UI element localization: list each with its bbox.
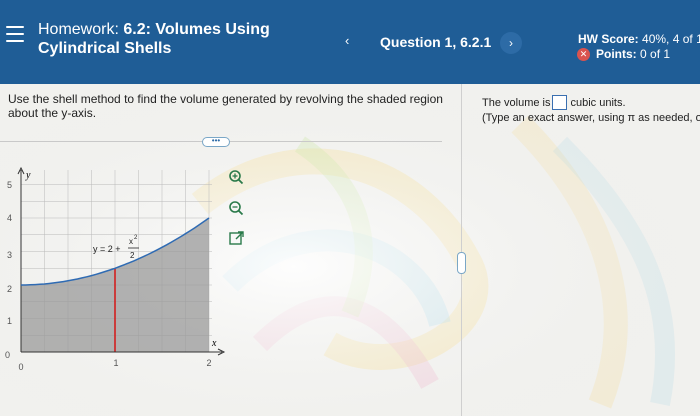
x-axis-label: x xyxy=(211,338,217,349)
panel-resize-handle[interactable] xyxy=(457,252,466,274)
points-label: Points: xyxy=(596,47,637,61)
y-tick-label: 5 xyxy=(7,180,12,190)
volume-answer-input[interactable] xyxy=(552,95,568,110)
incorrect-icon: ✕ xyxy=(577,47,590,61)
points: ✕ Points: 0 of 1 xyxy=(577,47,670,61)
score-label: HW Score: xyxy=(578,32,639,46)
more-button[interactable]: ••• xyxy=(202,137,230,147)
chevron-left-icon[interactable]: ‹ xyxy=(345,33,349,48)
answer-suffix: cubic units. xyxy=(570,96,626,109)
y-tick-label: 0 xyxy=(5,350,10,360)
header-bar: Homework: 6.2: Volumes Using Cylindrical… xyxy=(0,0,700,84)
y-tick-label: 2 xyxy=(7,284,12,294)
score-value: 40%, 4 of 10 xyxy=(642,32,700,46)
x-tick-label: 1 xyxy=(113,358,118,368)
title-part-1: 6.2: Volumes Using xyxy=(123,21,270,38)
curve-label: y = 2 + x 2 2 xyxy=(93,235,139,260)
y-tick-label: 1 xyxy=(7,316,12,326)
answer-prefix: The volume is xyxy=(482,96,551,109)
y-tick-label: 4 xyxy=(7,213,12,223)
panel-divider xyxy=(461,84,462,416)
question-label: Question 1, 6.2.1 xyxy=(380,34,492,50)
homework-title: Homework: 6.2: Volumes Using Cylindrical… xyxy=(38,20,308,58)
title-prefix: Homework: xyxy=(38,21,124,38)
chevron-right-icon[interactable]: › xyxy=(500,32,522,54)
x-tick-label: 2 xyxy=(206,358,211,368)
curve-label-denominator: 2 xyxy=(130,251,135,260)
zoom-out-icon[interactable] xyxy=(227,199,245,217)
question-text: Use the shell method to find the volume … xyxy=(8,92,443,120)
popout-icon[interactable] xyxy=(228,229,246,247)
zoom-in-icon[interactable] xyxy=(227,168,245,186)
y-axis-label: y xyxy=(25,170,31,181)
answer-line: The volume is cubic units. xyxy=(482,95,626,110)
region-graph: y x 5 4 3 2 1 0 0 1 2 y = 2 + x 2 2 xyxy=(5,166,226,372)
x-tick-label: 0 xyxy=(18,362,23,372)
y-tick-label: 3 xyxy=(7,250,12,260)
curve-label-main: y = 2 + xyxy=(93,244,121,254)
curve-label-numerator: x xyxy=(129,237,133,246)
curve-label-exponent: 2 xyxy=(134,235,138,241)
answer-hint: (Type an exact answer, using π as needed… xyxy=(482,112,700,124)
title-part-2: Cylindrical Shells xyxy=(38,40,172,57)
hw-score: HW Score: 40%, 4 of 10 xyxy=(578,32,700,46)
menu-icon[interactable] xyxy=(6,26,24,42)
points-value: 0 of 1 xyxy=(640,47,671,61)
